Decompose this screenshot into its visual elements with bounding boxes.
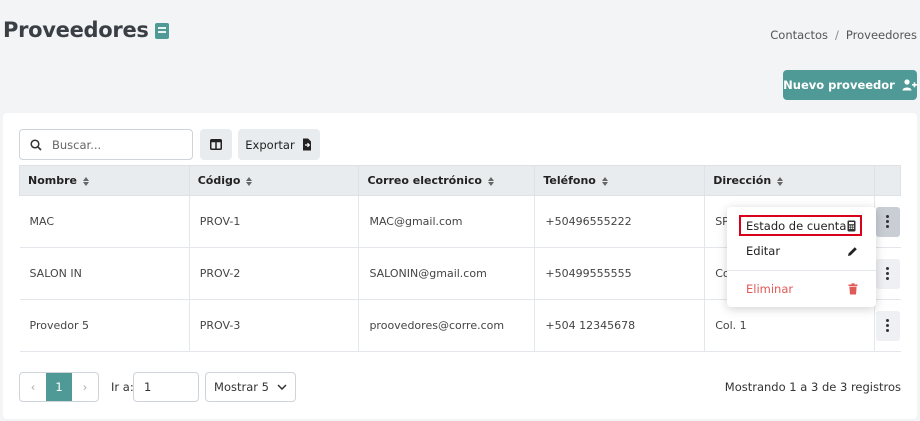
- next-page-button[interactable]: ›: [72, 373, 98, 401]
- cell-direccion: Col. 1: [704, 299, 875, 352]
- cell-codigo: PROV-1: [188, 195, 359, 248]
- column-label: Código: [197, 174, 241, 187]
- menu-item-edit[interactable]: Editar: [746, 241, 858, 261]
- prev-page-button[interactable]: ‹: [20, 373, 46, 401]
- sort-icon: [82, 176, 90, 186]
- cell-nombre: SALON IN: [19, 247, 190, 300]
- column-header-direccion[interactable]: Dirección: [704, 165, 875, 196]
- menu-item-label: Eliminar: [746, 282, 794, 296]
- column-label: Dirección: [713, 174, 772, 187]
- book-icon: [154, 23, 169, 39]
- cell-telefono: +50499555555: [534, 247, 705, 300]
- sort-icon: [246, 176, 253, 186]
- menu-item-delete[interactable]: Eliminar: [746, 279, 858, 299]
- column-header-codigo[interactable]: Código: [188, 165, 360, 196]
- breadcrumb-proveedores: Proveedores: [845, 28, 917, 42]
- breadcrumb-separator: /: [835, 28, 839, 42]
- sort-icon: [777, 176, 784, 186]
- columns-button[interactable]: [200, 129, 232, 160]
- export-button[interactable]: Exportar: [238, 129, 320, 160]
- pencil-icon: [848, 246, 857, 256]
- menu-item-account-status[interactable]: Estado de cuenta: [739, 215, 862, 236]
- new-provider-label: Nuevo proveedor: [783, 78, 895, 92]
- trash-icon: [848, 283, 858, 295]
- cell-correo: SALONIN@gmail.com: [358, 247, 535, 300]
- cell-codigo: PROV-2: [188, 247, 359, 300]
- file-export-icon: [302, 138, 311, 151]
- calculator-icon: [847, 220, 856, 231]
- breadcrumb-contactos[interactable]: Contactos: [770, 28, 828, 42]
- pagination: ‹ 1 ›: [19, 372, 99, 402]
- table-row: Provedor 5 PROV-3 proovedores@corre.com …: [19, 299, 901, 352]
- cell-actions: [873, 299, 901, 352]
- chevron-down-icon: [277, 384, 287, 390]
- search-box[interactable]: [19, 129, 193, 160]
- goto-page-input[interactable]: 1: [133, 372, 199, 402]
- cell-correo: proovedores@corre.com: [358, 299, 535, 352]
- menu-item-label: Editar: [746, 244, 781, 258]
- table-header-row: Nombre Código Correo electrónico Teléfon…: [19, 165, 902, 196]
- sort-icon: [487, 176, 495, 186]
- search-input[interactable]: [52, 137, 182, 152]
- row-actions-button[interactable]: [875, 206, 900, 237]
- column-header-nombre[interactable]: Nombre: [19, 165, 190, 196]
- sort-icon: [601, 176, 609, 186]
- cell-nombre: MAC: [19, 195, 190, 248]
- cell-actions: [873, 195, 901, 248]
- column-label: Teléfono: [543, 174, 596, 187]
- menu-item-label: Estado de cuenta: [746, 218, 847, 233]
- cell-telefono: +504 12345678: [534, 299, 705, 352]
- breadcrumb: Contactos / Proveedores: [770, 28, 917, 42]
- column-header-correo[interactable]: Correo electrónico: [358, 165, 536, 196]
- column-header-actions: [873, 165, 902, 196]
- columns-icon: [210, 139, 222, 150]
- cell-telefono: +50496555222: [534, 195, 705, 248]
- page-title: Proveedores: [3, 18, 169, 42]
- new-provider-button[interactable]: Nuevo proveedor: [783, 70, 917, 100]
- column-label: Nombre: [28, 174, 77, 187]
- search-icon: [30, 138, 42, 151]
- page-size-select[interactable]: Mostrar 5: [205, 372, 296, 402]
- cell-actions: [873, 247, 901, 300]
- add-user-icon: [902, 79, 917, 91]
- export-label: Exportar: [245, 137, 295, 152]
- cell-nombre: Provedor 5: [19, 299, 190, 352]
- menu-divider: [727, 270, 876, 271]
- row-actions-menu: Estado de cuenta Editar Eliminar: [727, 207, 876, 307]
- goto-label: Ir a:: [111, 380, 134, 394]
- cell-correo: MAC@gmail.com: [358, 195, 535, 248]
- column-label: Correo electrónico: [367, 174, 482, 187]
- page-title-text: Proveedores: [3, 18, 149, 42]
- page-size-label: Mostrar 5: [214, 380, 269, 394]
- row-actions-button[interactable]: [875, 258, 900, 289]
- cell-codigo: PROV-3: [188, 299, 359, 352]
- records-count: Mostrando 1 a 3 de 3 registros: [724, 380, 901, 394]
- column-header-telefono[interactable]: Teléfono: [534, 165, 706, 196]
- page-button-current[interactable]: 1: [46, 373, 72, 401]
- row-actions-button[interactable]: [875, 310, 900, 341]
